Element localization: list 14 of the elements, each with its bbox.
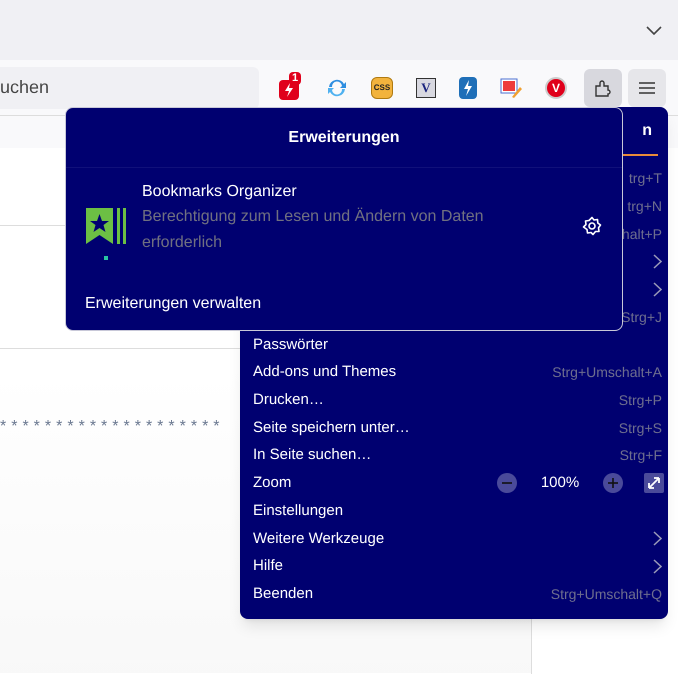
notification-badge: 1 [289, 72, 302, 84]
extension-name: Bookmarks Organizer [142, 182, 298, 202]
shortcut-text: halt+P [622, 224, 662, 244]
shortcut-text: Strg+F [620, 446, 662, 466]
asterisk-line: ******************** [0, 417, 225, 437]
menu-heading: n [642, 121, 652, 141]
extension-description: Berechtigung zum Lesen und Ändern von Daten erforderlich [142, 206, 485, 253]
shortcut-text: Strg+P [618, 390, 662, 410]
shortcut-text: Strg+Umschalt+Q [550, 584, 662, 604]
shortcut-text: Strg+Umschalt+A [552, 363, 662, 382]
menu-item-label: Zoom [253, 473, 292, 494]
shortcut-text: Strg+J [621, 308, 662, 327]
panel-title: Erweiterungen [288, 128, 400, 148]
shortcut-text: Strg+S [618, 418, 662, 438]
